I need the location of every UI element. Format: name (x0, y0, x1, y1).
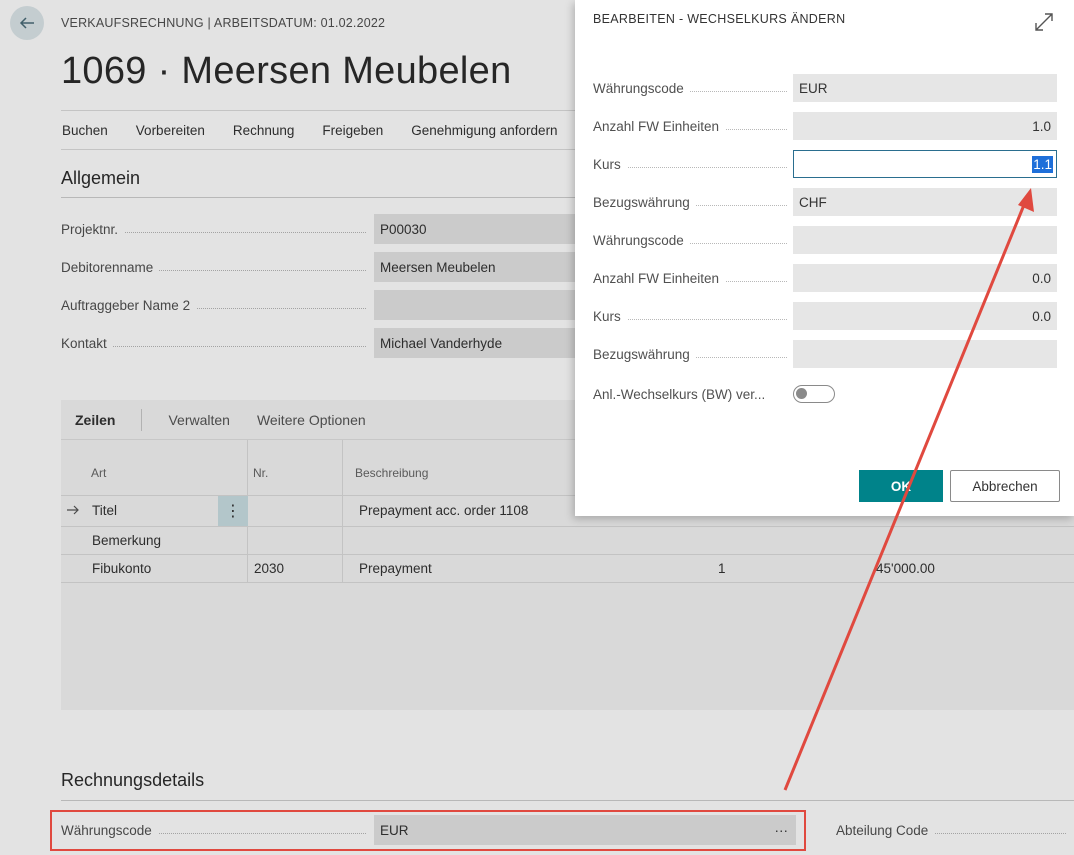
exchange-rate-dialog: BEARBEITEN - WECHSELKURS ÄNDERN Währungs… (575, 0, 1074, 516)
field-label: Anzahl FW Einheiten (593, 270, 726, 286)
field-label: Anl.-Wechselkurs (BW) ver... (593, 386, 766, 402)
dialog-field-anzahl-fw-einheiten-2: Anzahl FW Einheiten 0.0 (593, 264, 1057, 292)
dialog-field-bezugswaehrung: Bezugswährung CHF (593, 188, 1057, 216)
dialog-field-anzahl-fw-einheiten: Anzahl FW Einheiten 1.0 (593, 112, 1057, 140)
kurs-input[interactable]: 1.1 (793, 150, 1057, 178)
dialog-field-anl-wechselkurs: Anl.-Wechselkurs (BW) ver... (593, 380, 835, 408)
field-label: Kurs (593, 156, 627, 172)
field-label: Kurs (593, 308, 627, 324)
field-label: Bezugswährung (593, 346, 696, 362)
kurs-2-input[interactable]: 0.0 (793, 302, 1057, 330)
dialog-field-waehrungscode: Währungscode EUR (593, 74, 1057, 102)
expand-icon[interactable] (1033, 11, 1055, 33)
toggle-knob (796, 388, 807, 399)
field-label: Währungscode (593, 232, 690, 248)
ok-button[interactable]: OK (859, 470, 943, 502)
dialog-title: BEARBEITEN - WECHSELKURS ÄNDERN (593, 12, 846, 26)
waehrungscode-input[interactable]: EUR (793, 74, 1057, 102)
field-label: Währungscode (593, 80, 690, 96)
dialog-field-kurs: Kurs 1.1 (593, 150, 1057, 178)
anzahl-fw-einheiten-2-input[interactable]: 0.0 (793, 264, 1057, 292)
waehrungscode-2-input[interactable] (793, 226, 1057, 254)
dialog-field-kurs-2: Kurs 0.0 (593, 302, 1057, 330)
bezugswaehrung-2-input[interactable] (793, 340, 1057, 368)
bezugswaehrung-input[interactable]: CHF (793, 188, 1057, 216)
dialog-field-bezugswaehrung-2: Bezugswährung (593, 340, 1057, 368)
field-label: Anzahl FW Einheiten (593, 118, 726, 134)
cancel-button[interactable]: Abbrechen (950, 470, 1060, 502)
anl-wechselkurs-toggle[interactable] (793, 385, 835, 403)
anzahl-fw-einheiten-input[interactable]: 1.0 (793, 112, 1057, 140)
kurs-selected-text: 1.1 (1032, 155, 1053, 173)
dialog-field-waehrungscode-2: Währungscode (593, 226, 1057, 254)
field-label: Bezugswährung (593, 194, 696, 210)
annotation-highlight-box (50, 810, 806, 851)
